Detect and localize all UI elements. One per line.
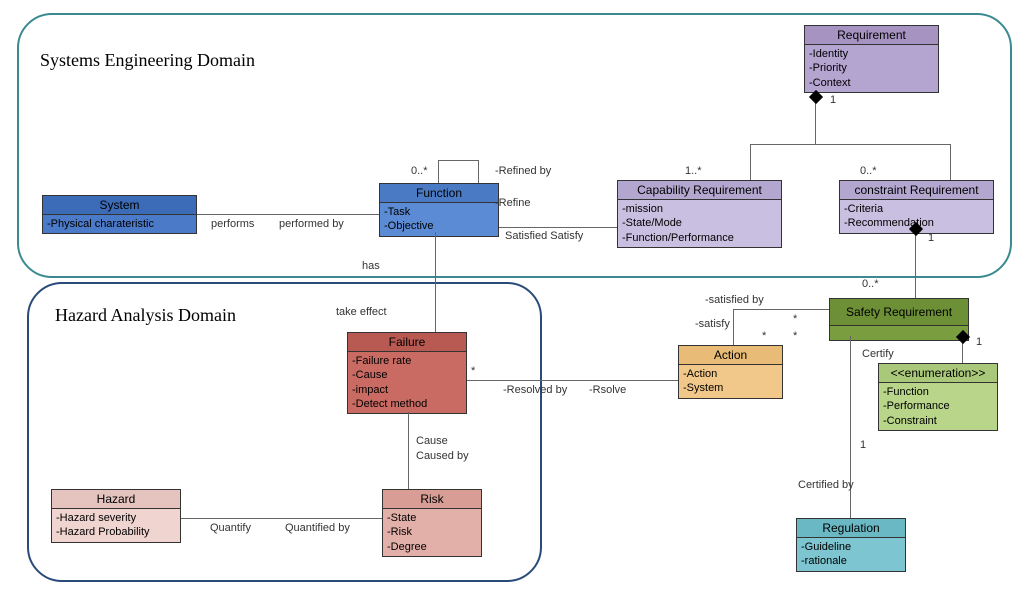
mult-label: 1 [976,336,982,348]
enumeration-attr: Performance [883,399,993,413]
connector-line [478,160,479,183]
certify-label: Certify [862,348,894,360]
mult-label: 1 [830,94,836,106]
requirement-attr: Priority [809,61,934,75]
certified-by-label: Certified by [798,479,854,491]
safety-requirement-class: Safety Requirement [829,298,969,341]
function-attr: Task [384,205,494,219]
connector-line [408,412,409,489]
failure-class: Failure Failure rate Cause impact Detect… [347,332,467,414]
requirement-header: Requirement [805,26,938,45]
system-class: System Physical charateristic [42,195,197,234]
hazard-attr: Hazard Probability [56,525,176,539]
risk-class: Risk State Risk Degree [382,489,482,557]
action-attr: Action [683,367,778,381]
connector-line [750,144,950,145]
connector-line [499,227,617,228]
capability-requirement-attr: Function/Performance [622,231,777,245]
risk-header: Risk [383,490,481,509]
connector-line [181,518,382,519]
system-header: System [43,196,196,215]
connector-line [750,144,751,180]
mult-label: 1 [860,439,866,451]
hazard-header: Hazard [52,490,180,509]
performs-label: performs [211,218,254,230]
mult-label: * [793,313,797,325]
mult-label: 0..* [411,165,428,177]
connector-line [950,144,951,180]
connector-line [733,309,734,345]
refine-label: -Refine [495,197,530,209]
constraint-requirement-header: constraint Requirement [840,181,993,200]
connector-line [915,228,916,298]
systems-engineering-domain-label: Systems Engineering Domain [40,50,255,71]
regulation-attr: Guideline [801,540,901,554]
function-class: Function Task Objective [379,183,499,237]
constraint-requirement-attr: Criteria [844,202,989,216]
mult-label: 1..* [685,165,702,177]
requirement-attr: Context [809,76,934,90]
cause-label: Cause [416,435,448,447]
hazard-attr: Hazard severity [56,511,176,525]
failure-attr: Cause [352,368,462,382]
connector-line [197,214,379,215]
function-header: Function [380,184,498,203]
hazard-analysis-domain-label: Hazard Analysis Domain [55,305,236,326]
enumeration-attr: Function [883,385,993,399]
action-header: Action [679,346,782,365]
caused-by-label: Caused by [416,450,469,462]
performed-by-label: performed by [279,218,344,230]
action-attr: System [683,381,778,395]
connector-line [438,160,478,161]
mult-label: 0..* [862,278,879,290]
hazard-class: Hazard Hazard severity Hazard Probabilit… [51,489,181,543]
mult-label: 0..* [860,165,877,177]
satisfied-by-label: -satisfied by [705,294,764,306]
enumeration-class: <<enumeration>> Function Performance Con… [878,363,998,431]
failure-attr: impact [352,383,462,397]
connector-line [467,380,678,381]
risk-attr: Risk [387,525,477,539]
failure-attr: Detect method [352,397,462,411]
resolve-label: -Rsolve [589,384,626,396]
regulation-header: Regulation [797,519,905,538]
capability-requirement-attr: mission [622,202,777,216]
take-effect-label: take effect [336,306,387,318]
mult-label: * [762,330,766,342]
failure-header: Failure [348,333,466,352]
has-label: has [362,260,380,272]
mult-label: * [471,365,475,377]
connector-line [733,309,829,310]
mult-label: 1 [928,232,934,244]
system-attr: Physical charateristic [47,217,192,231]
failure-attr: Failure rate [352,354,462,368]
refined-by-label: -Refined by [495,165,551,177]
risk-attr: State [387,511,477,525]
capability-requirement-class: Capability Requirement mission State/Mod… [617,180,782,248]
quantify-label: Quantify [210,522,251,534]
risk-attr: Degree [387,540,477,554]
enumeration-attr: Constraint [883,414,993,428]
regulation-class: Regulation Guideline rationale [796,518,906,572]
satisfy-label: -satisfy [695,318,730,330]
mult-label: * [793,330,797,342]
satisfied-satisfy-label: Satisfied Satisfy [505,230,583,242]
connector-line [435,232,436,332]
safety-requirement-header: Safety Requirement [830,299,968,326]
enumeration-header: <<enumeration>> [879,364,997,383]
regulation-attr: rationale [801,554,901,568]
capability-requirement-attr: State/Mode [622,216,777,230]
requirement-class: Requirement Identity Priority Context [804,25,939,93]
quantified-by-label: Quantified by [285,522,350,534]
requirement-attr: Identity [809,47,934,61]
function-attr: Objective [384,219,494,233]
capability-requirement-header: Capability Requirement [618,181,781,200]
resolved-by-label: -Resolved by [503,384,567,396]
connector-line [438,160,439,183]
action-class: Action Action System [678,345,783,399]
